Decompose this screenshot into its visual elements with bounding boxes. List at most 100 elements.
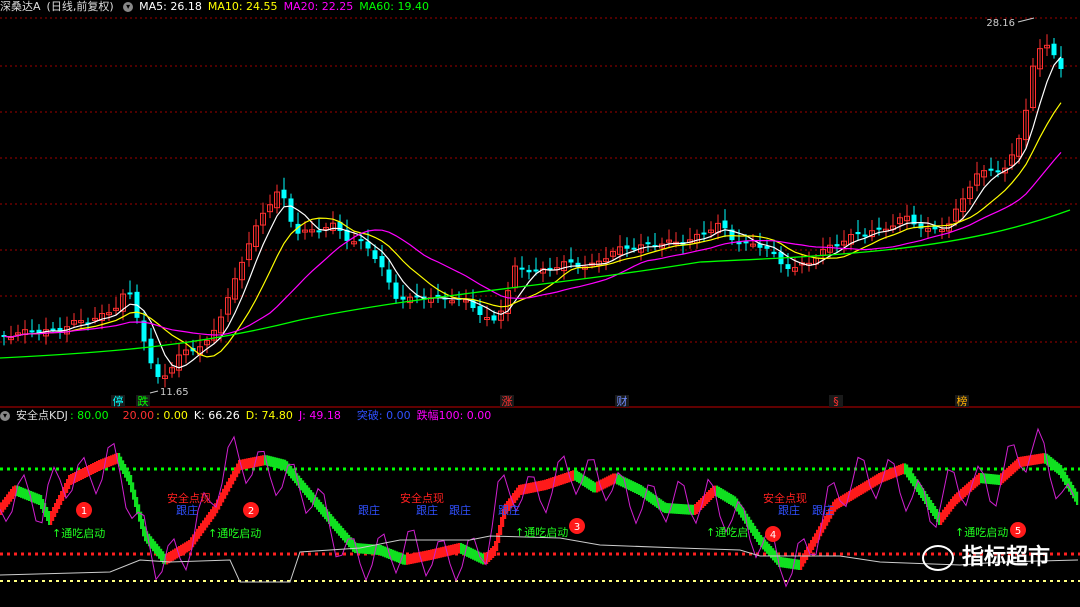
follow-annotation: 跟庄 (812, 503, 834, 517)
kdj-ribbon-segment (364, 543, 367, 554)
kdj-ribbon-segment (1076, 491, 1079, 505)
candle-down (148, 338, 154, 364)
kdj-ribbon-segment (934, 506, 937, 519)
kdj-ribbon-segment (654, 495, 657, 507)
kdj-ribbon-segment (956, 492, 959, 505)
kdj-ribbon-segment (342, 528, 345, 541)
kdj-ribbon-segment (604, 477, 607, 489)
kdj-ribbon-segment (556, 475, 559, 487)
kdj-ribbon-segment (576, 470, 579, 482)
kdj-ribbon-segment (798, 559, 801, 570)
kdj-ribbon-segment (154, 541, 157, 554)
kdj-ribbon-segment (36, 493, 39, 505)
kdj-ribbon-segment (494, 541, 497, 556)
start-annotation: ↑通吃启动 (52, 527, 105, 540)
kdj-ribbon-segment (498, 525, 501, 543)
kdj-ribbon-segment (100, 459, 103, 470)
kdj-ribbon-segment (874, 475, 877, 487)
kdj-ribbon-segment (782, 557, 785, 568)
candle-down (29, 330, 35, 333)
kdj-ribbon-segment (458, 543, 461, 554)
candle-down (785, 264, 791, 270)
kdj-ribbon-segment (344, 530, 347, 543)
kdj-ribbon-segment (678, 503, 681, 514)
kdj-ribbon-segment (448, 545, 451, 556)
kdj-ribbon-segment (112, 454, 115, 466)
kdj-ribbon-segment (1034, 454, 1037, 465)
kdj-ribbon-segment (978, 473, 981, 485)
kdj-ribbon-segment (964, 485, 967, 498)
kdj-ribbon-segment (954, 494, 957, 507)
event-marker: 停 (113, 394, 124, 408)
kdj-ribbon-segment (134, 489, 137, 507)
marker-number: 1 (81, 506, 87, 517)
kdj-ribbon-segment (66, 479, 69, 493)
kdj-ribbon-segment (802, 553, 805, 567)
kdj-ribbon-segment (202, 520, 205, 534)
event-marker: 财 (617, 394, 628, 408)
kdj-ribbon-segment (660, 499, 663, 511)
ma5-line (3, 56, 1062, 369)
kdj-ribbon-segment (454, 543, 457, 555)
kdj-ribbon-segment (520, 484, 523, 495)
kdj-ribbon-segment (608, 475, 611, 487)
kdj-ribbon-segment (728, 492, 731, 504)
kdj-ribbon-segment (32, 491, 35, 503)
kdj-ribbon-segment (1016, 458, 1019, 471)
kdj-ribbon-segment (290, 466, 293, 479)
kdj-ribbon-segment (564, 473, 567, 484)
candle-down (624, 245, 630, 249)
kdj-ribbon-segment (694, 504, 697, 515)
kdj-ribbon-segment (812, 536, 815, 550)
event-marker: 榜 (957, 394, 968, 408)
kdj-ribbon-segment (766, 541, 769, 554)
kdj-ribbon-segment (248, 458, 251, 469)
kdj-ribbon-segment (440, 547, 443, 558)
candle-down (393, 282, 399, 299)
follow-annotation: 跟庄 (416, 503, 438, 517)
kdj-ribbon-segment (710, 488, 713, 500)
kdj-ribbon-segment (572, 470, 575, 481)
kdj-ribbon-segment (726, 491, 729, 503)
kdj-ribbon-segment (50, 511, 53, 525)
kdj-ribbon-segment (618, 474, 621, 486)
kdj-ribbon-segment (648, 490, 651, 503)
kdj-ribbon-segment (228, 478, 231, 492)
kdj-ribbon-segment (426, 550, 429, 561)
kdj-ribbon-segment (944, 507, 947, 520)
kdj-ribbon-segment (60, 491, 63, 505)
candle-down (400, 296, 406, 300)
candle-down (645, 242, 651, 245)
safe-point-annotation: 安全点现 (763, 491, 807, 505)
kdj-ribbon-segment (22, 487, 25, 499)
stock-chart-canvas[interactable]: 28.16 11.65 停跌 涨 财 § 榜 ↑通吃启动 ↑通吃启动 ↑通吃启动 ↑通吃启 ↑通吃启动… (0, 0, 1080, 607)
kdj-ribbon-segment (8, 491, 11, 505)
kdj-ribbon-segment (530, 482, 533, 493)
kdj-ribbon-segment (114, 453, 117, 465)
start-annotation: ↑通吃启 (706, 526, 748, 539)
kdj-ribbon-segment (566, 472, 569, 483)
kdj-ribbon-segment (942, 509, 945, 523)
candle-down (533, 269, 539, 272)
high-arrow-icon (1017, 17, 1035, 23)
kdj-ribbon-segment (864, 481, 867, 493)
kdj-ribbon-segment (424, 550, 427, 562)
candle-down (995, 170, 1001, 173)
kdj-ribbon-segment (768, 543, 771, 556)
kdj-ribbon-segment (92, 463, 95, 474)
kdj-ribbon-segment (992, 474, 995, 485)
kdj-ribbon-segment (596, 481, 599, 493)
kdj-ribbon-segment (108, 456, 111, 467)
kdj-ribbon-segment (990, 474, 993, 485)
kdj-ribbon-segment (680, 504, 683, 515)
kdj-ribbon-segment (460, 543, 463, 554)
kdj-ribbon-segment (204, 517, 207, 531)
kdj-ribbon-segment (90, 464, 93, 475)
kdj-ribbon-segment (1036, 454, 1039, 465)
kdj-ribbon-segment (468, 546, 471, 558)
kdj-ribbon-segment (610, 474, 613, 486)
kdj-ribbon-segment (336, 521, 339, 534)
kdj-ribbon-segment (54, 503, 57, 517)
kdj-ribbon-segment (1038, 453, 1041, 465)
kdj-ribbon-segment (852, 488, 855, 500)
